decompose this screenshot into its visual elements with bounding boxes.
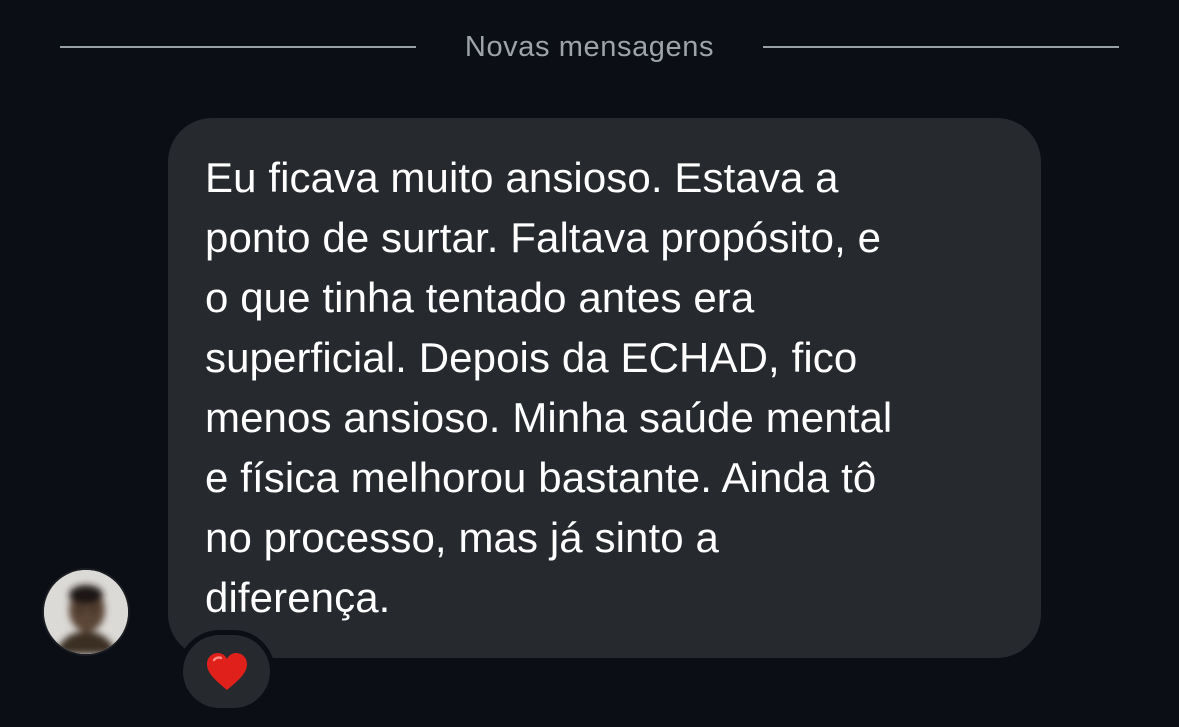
avatar-photo <box>44 570 128 654</box>
message-bubble[interactable]: Eu ficava muito ansioso. Estava a ponto … <box>168 118 1041 658</box>
new-messages-divider: Novas mensagens <box>60 22 1119 72</box>
message-text: Eu ficava muito ansioso. Estava a ponto … <box>205 154 893 621</box>
reaction-badge[interactable] <box>183 635 270 708</box>
chat-screen: Novas mensagens Eu ficava muito ansioso.… <box>0 0 1179 727</box>
heart-icon <box>206 652 247 690</box>
divider-line-left <box>60 46 416 48</box>
avatar[interactable] <box>44 570 128 654</box>
divider-line-right <box>763 46 1119 48</box>
new-messages-label: Novas mensagens <box>464 30 715 63</box>
